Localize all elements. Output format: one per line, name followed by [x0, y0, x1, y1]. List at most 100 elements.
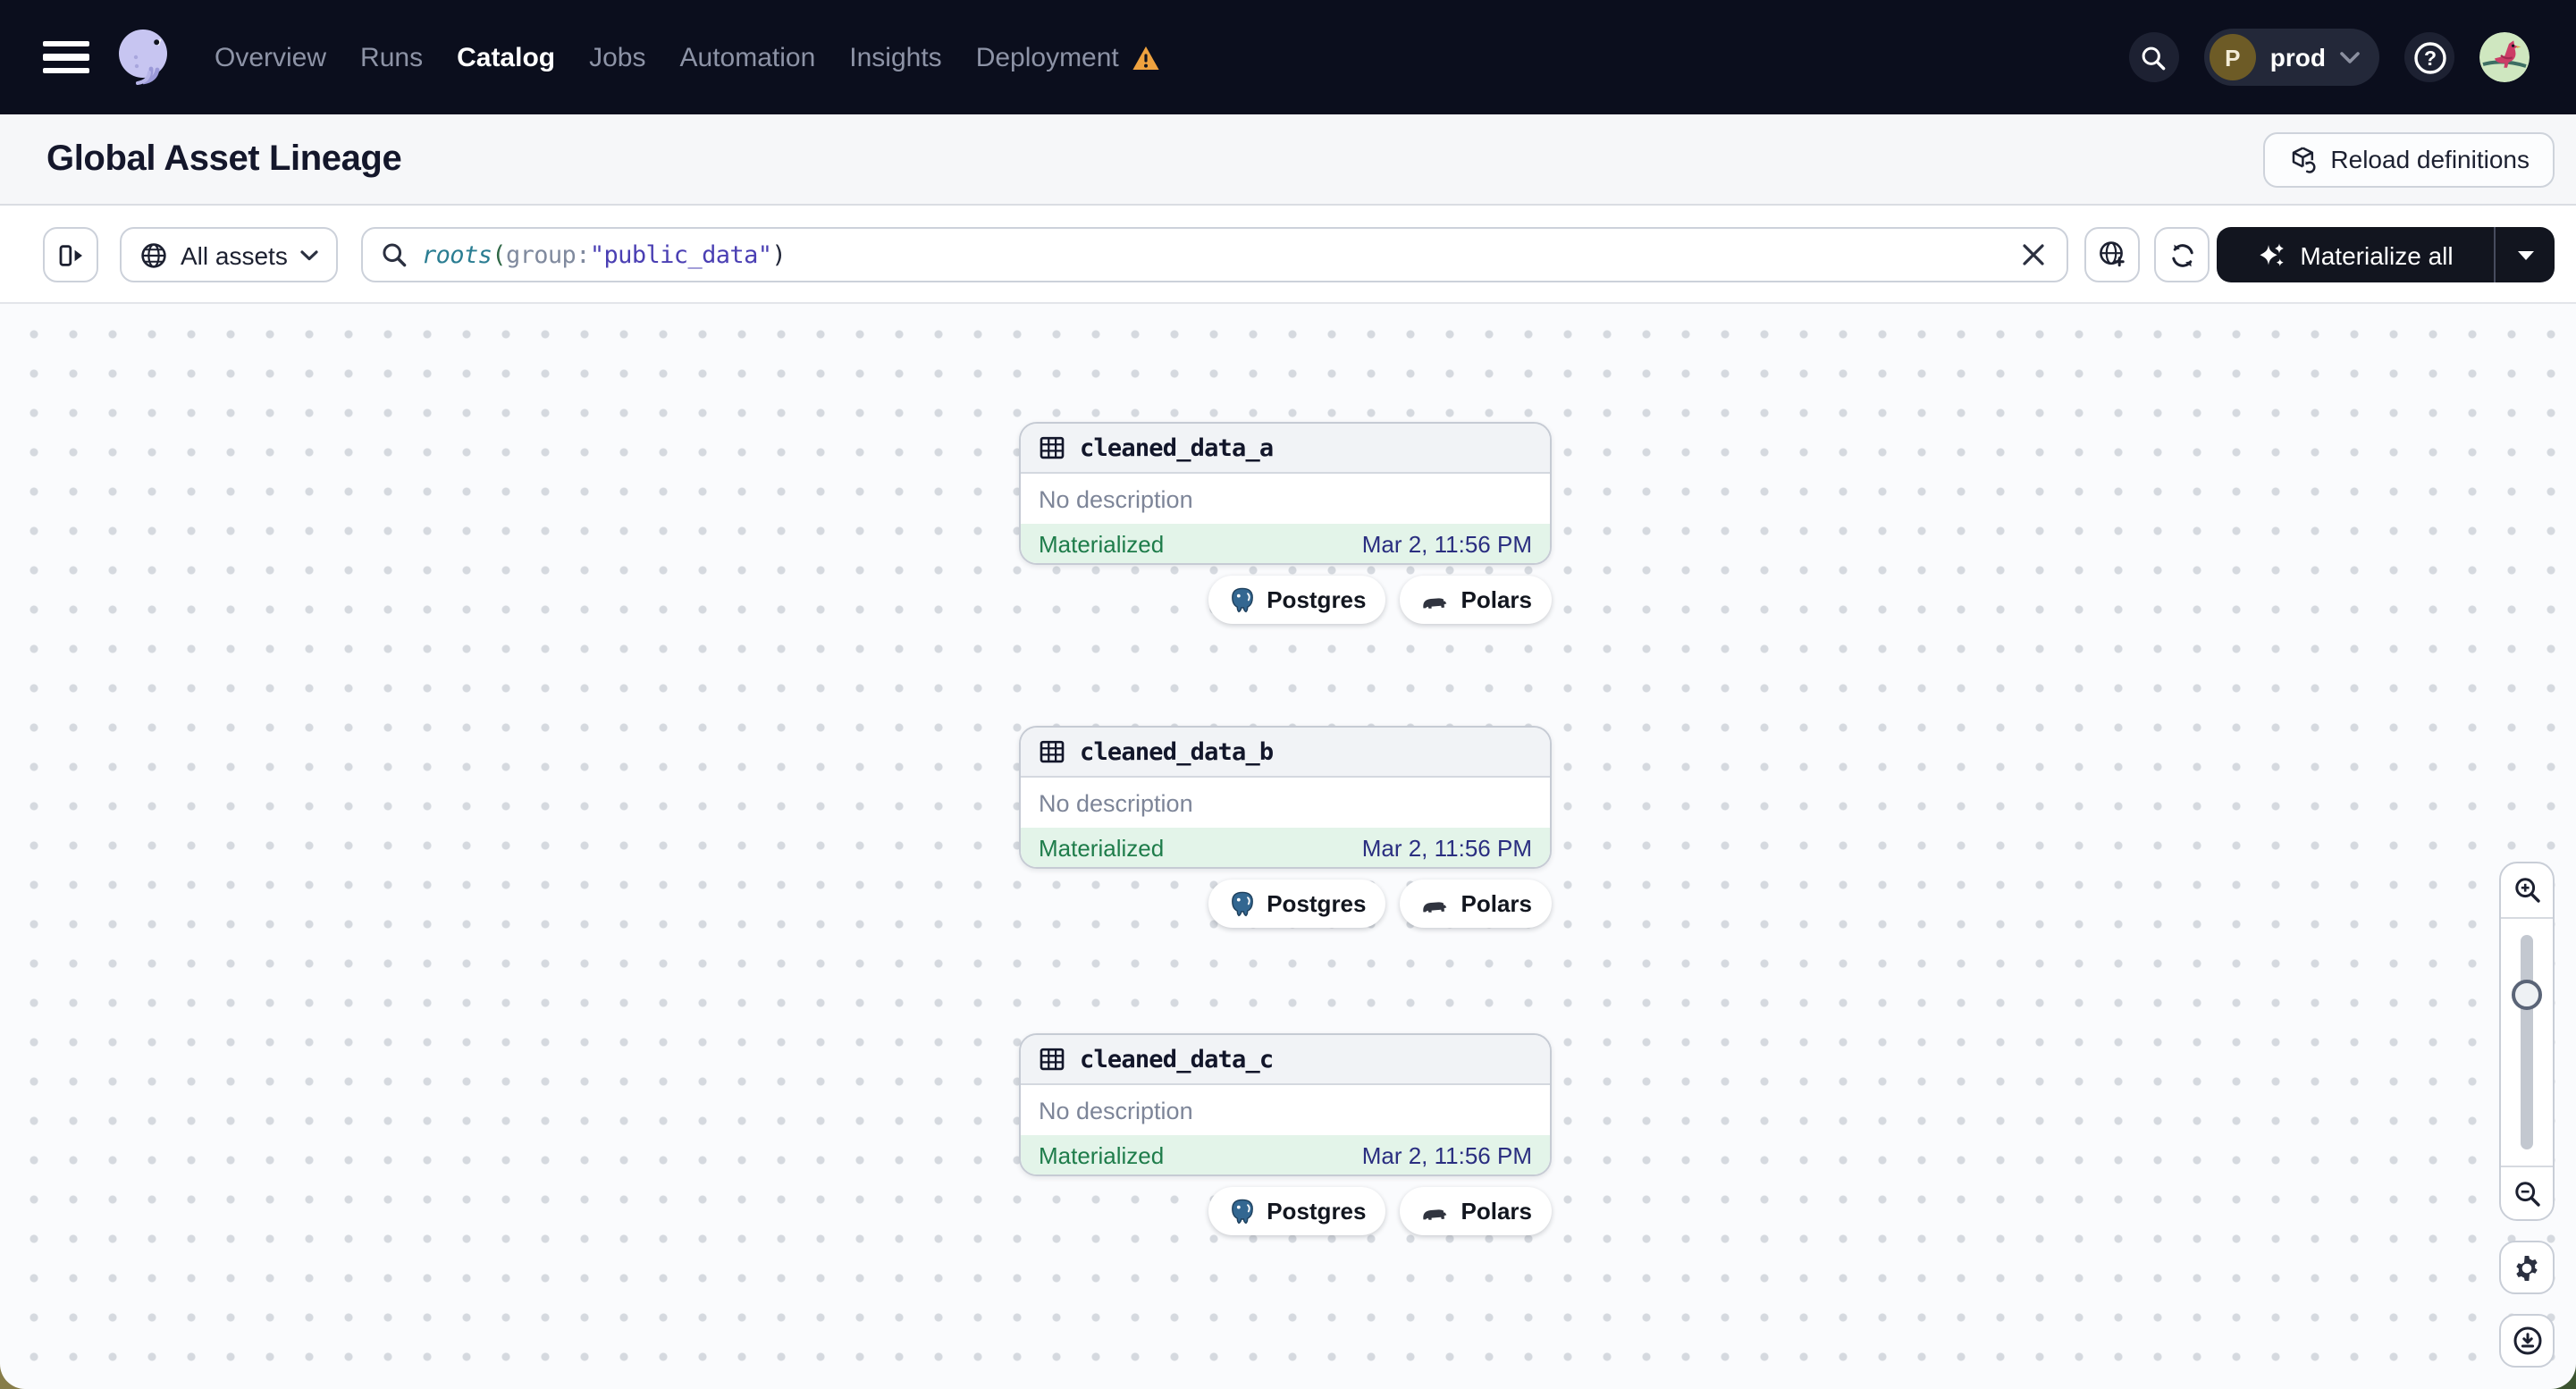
nav-item-catalog[interactable]: Catalog: [457, 42, 555, 72]
open-sidebar-button[interactable]: [43, 227, 98, 282]
environment-avatar: P: [2209, 34, 2256, 80]
asset-scope-label: All assets: [181, 240, 288, 269]
postgres-badge[interactable]: Postgres: [1208, 1187, 1386, 1235]
asset-timestamp: Mar 2, 11:56 PM: [1361, 1141, 1532, 1168]
globe-plus-icon: [2100, 241, 2125, 267]
caret-down-icon: [2517, 250, 2533, 259]
asset-timestamp: Mar 2, 11:56 PM: [1361, 530, 1532, 557]
asset-badges: Postgres Polars: [1019, 576, 1552, 624]
title-bar: Global Asset Lineage Reload definitions: [0, 114, 2576, 206]
svg-text:?: ?: [2423, 46, 2436, 69]
panel-toggle-icon: [58, 244, 81, 265]
polars-icon: [1423, 901, 1447, 912]
page-title: Global Asset Lineage: [46, 139, 402, 178]
asset-scope-dropdown[interactable]: All assets: [120, 227, 338, 282]
nav-item-automation[interactable]: Automation: [680, 42, 816, 72]
search-icon: [383, 243, 407, 267]
zoom-slider-thumb[interactable]: [2512, 980, 2542, 1010]
postgres-icon: [1231, 890, 1253, 916]
asset-filter-input[interactable]: roots(group:"public_data"): [361, 227, 2068, 282]
materialize-all-button[interactable]: Materialize all: [2217, 227, 2494, 282]
clear-query-button[interactable]: [2018, 240, 2049, 270]
refresh-icon: [2171, 243, 2193, 266]
materialize-options-button[interactable]: [2496, 227, 2555, 282]
asset-description: No description: [1039, 485, 1193, 512]
zoom-in-button[interactable]: [2501, 863, 2553, 919]
materialize-split-button: Materialize all: [2217, 227, 2555, 282]
avatar[interactable]: [2479, 32, 2530, 82]
gear-icon: [2516, 1254, 2538, 1281]
primary-nav: Overview Runs Catalog Jobs Automation In…: [215, 42, 1160, 72]
reload-definitions-button[interactable]: Reload definitions: [2262, 131, 2555, 187]
lineage-canvas[interactable]: cleaned_data_a No description Materializ…: [0, 304, 2576, 1389]
chevron-down-icon: [2340, 51, 2360, 63]
table-icon: [1040, 436, 1065, 459]
postgres-icon: [1231, 586, 1253, 612]
asset-badges: Postgres Polars: [1019, 1187, 1552, 1235]
zoom-out-icon: [2514, 1181, 2539, 1206]
asset-node-cleaned-data-b[interactable]: cleaned_data_b No description Materializ…: [1019, 726, 1552, 869]
polars-badge[interactable]: Polars: [1400, 576, 1552, 624]
nav-item-deployment[interactable]: Deployment: [976, 42, 1160, 72]
reload-definitions-label: Reload definitions: [2330, 145, 2530, 173]
polars-badge[interactable]: Polars: [1400, 1187, 1552, 1235]
asset-status: Materialized: [1039, 530, 1165, 557]
polars-icon: [1423, 1208, 1447, 1219]
asset-status: Materialized: [1039, 834, 1165, 861]
menu-icon[interactable]: [43, 34, 89, 80]
asset-filter-query: roots(group:"public_data"): [422, 240, 787, 269]
postgres-badge[interactable]: Postgres: [1208, 576, 1386, 624]
search-icon[interactable]: [2128, 32, 2179, 82]
nav-item-overview[interactable]: Overview: [215, 42, 326, 72]
download-image-button[interactable]: [2499, 1314, 2555, 1368]
clear-icon: [2023, 244, 2044, 265]
asset-node-header: cleaned_data_a: [1021, 424, 1550, 474]
top-nav: Overview Runs Catalog Jobs Automation In…: [0, 0, 2576, 114]
nav-item-jobs[interactable]: Jobs: [589, 42, 645, 72]
asset-name: cleaned_data_b: [1080, 737, 1274, 766]
refresh-button[interactable]: [2154, 227, 2210, 282]
nav-item-insights[interactable]: Insights: [849, 42, 941, 72]
canvas-backdrop: cleaned_data_a No description Materializ…: [0, 304, 2576, 1389]
asset-node-cleaned-data-c[interactable]: cleaned_data_c No description Materializ…: [1019, 1033, 1552, 1176]
zoom-out-button[interactable]: [2501, 1166, 2553, 1219]
zoom-slider-track[interactable]: [2521, 935, 2533, 1149]
nav-item-runs[interactable]: Runs: [360, 42, 423, 72]
asset-description: No description: [1039, 1097, 1193, 1124]
table-icon: [1040, 740, 1065, 763]
environment-switcher[interactable]: P prod: [2203, 29, 2379, 86]
asset-description: No description: [1039, 789, 1193, 816]
polars-badge[interactable]: Polars: [1400, 880, 1552, 928]
zoom-controls: [2499, 862, 2555, 1221]
help-icon[interactable]: ?: [2404, 32, 2454, 82]
postgres-badge[interactable]: Postgres: [1208, 880, 1386, 928]
sparkles-icon: [2259, 242, 2284, 265]
download-icon: [2513, 1326, 2541, 1355]
polars-icon: [1423, 597, 1447, 608]
environment-name: prod: [2269, 43, 2326, 72]
asset-status-bar: Materialized Mar 2, 11:56 PM: [1021, 828, 1550, 867]
reload-definitions-icon: [2292, 146, 2315, 173]
asset-status: Materialized: [1039, 1141, 1165, 1168]
asset-timestamp: Mar 2, 11:56 PM: [1361, 834, 1532, 861]
asset-node-header: cleaned_data_b: [1021, 728, 1550, 778]
asset-name: cleaned_data_a: [1080, 434, 1274, 462]
app-root: Overview Runs Catalog Jobs Automation In…: [0, 0, 2576, 1389]
dagster-logo[interactable]: [107, 21, 179, 93]
materialize-all-label: Materialize all: [2300, 240, 2454, 269]
asset-node-header: cleaned_data_c: [1021, 1035, 1550, 1085]
postgres-icon: [1231, 1198, 1253, 1224]
globe-icon: [141, 242, 166, 267]
asset-status-bar: Materialized Mar 2, 11:56 PM: [1021, 1135, 1550, 1174]
asset-status-bar: Materialized Mar 2, 11:56 PM: [1021, 524, 1550, 563]
lineage-toolbar: All assets roots(group:"public_data") Ma…: [0, 206, 2576, 304]
chevron-down-icon: [300, 249, 318, 260]
graph-settings-button[interactable]: [2499, 1241, 2555, 1294]
asset-name: cleaned_data_c: [1080, 1045, 1274, 1073]
dagster-logo-icon: [119, 29, 167, 85]
view-settings-button[interactable]: [2084, 227, 2140, 282]
zoom-in-icon: [2514, 878, 2539, 903]
nav-right: P prod ?: [2128, 29, 2530, 86]
asset-node-cleaned-data-a[interactable]: cleaned_data_a No description Materializ…: [1019, 422, 1552, 565]
zoom-slider[interactable]: [2501, 919, 2553, 1166]
